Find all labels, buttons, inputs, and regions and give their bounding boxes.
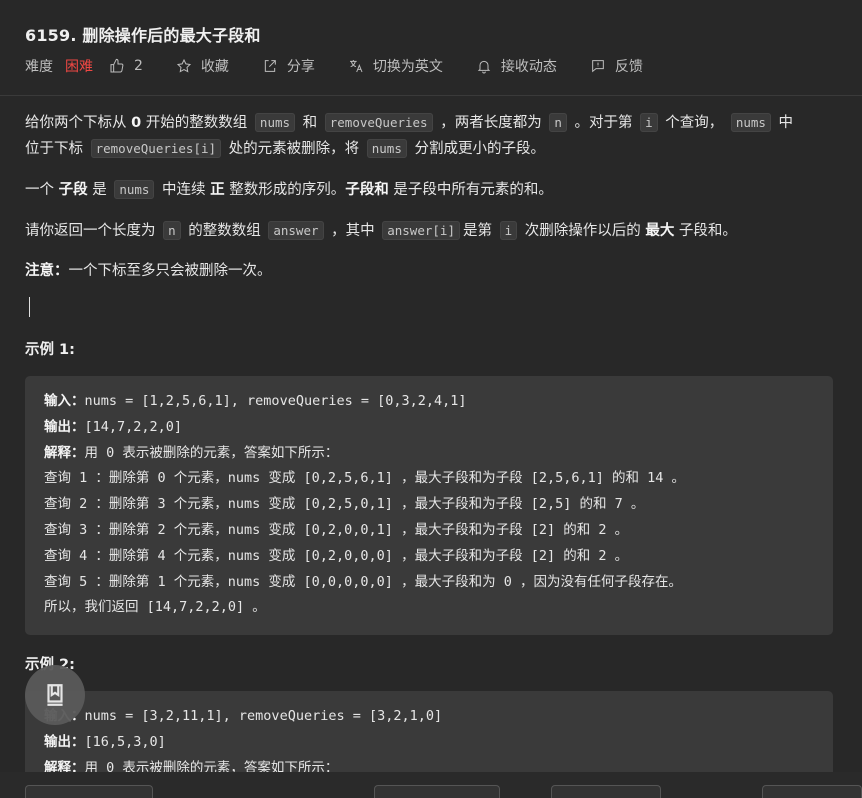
example-explanation: 用 0 表示被删除的元素，答案如下所示： [84, 444, 339, 461]
share-button[interactable]: 分享 [261, 56, 315, 76]
bottom-tab[interactable] [762, 785, 862, 798]
input-label: 输入： [44, 393, 85, 409]
note-text: 一个下标至多只会被删除一次。 [68, 263, 272, 279]
text-cursor [29, 297, 30, 317]
bold-text: 正 [210, 182, 225, 198]
text: 是子段中所有元素的和。 [388, 182, 553, 198]
text: 给你两个下标从 [25, 115, 132, 131]
text: 。对于第 [569, 115, 638, 131]
bold-text: 最大 [645, 223, 675, 239]
text: 处的元素被删除，将 [224, 141, 364, 157]
inline-code: removeQueries [324, 113, 433, 132]
text: 开始的整数数组 [141, 115, 252, 131]
text: 一个 [25, 182, 59, 198]
share-label: 分享 [286, 59, 315, 75]
text: 中连续 [157, 182, 211, 198]
text: 位于下标 [25, 141, 88, 157]
difficulty-badge: 困难 [65, 59, 93, 75]
text: 个查询， [660, 115, 728, 131]
favorite-label: 收藏 [200, 59, 229, 75]
text: 子段和。 [674, 223, 737, 239]
text: 请你返回一个长度为 [25, 223, 161, 239]
problem-title: 6159. 删除操作后的最大子段和 [25, 26, 261, 45]
description-paragraph-3: 请你返回一个长度为 n 的整数数组 answer ，其中 answer[i] 是第… [25, 218, 835, 244]
output-label: 输出： [44, 733, 85, 750]
problem-description: 给你两个下标从 0 开始的整数数组 nums 和 removeQueries ，… [25, 110, 835, 299]
description-paragraph-2: 一个 子段 是 nums 中连续 正 整数形成的序列。子段和 是子段中所有元素的… [25, 177, 835, 203]
translate-icon [347, 57, 365, 75]
inline-code: i [640, 113, 658, 132]
notebook-icon [47, 684, 63, 706]
example-input: nums = [1,2,5,6,1], removeQueries = [0,3… [84, 393, 467, 409]
inline-code: nums [114, 180, 155, 199]
bottom-tab[interactable] [374, 785, 500, 798]
text: 和 [298, 115, 322, 131]
example-1-code-block: 输入：nums = [1,2,5,6,1], removeQueries = [… [25, 376, 833, 635]
feedback-button[interactable]: 反馈 [589, 56, 643, 76]
notes-floating-button[interactable] [25, 665, 85, 725]
notify-button[interactable]: 接收动态 [475, 56, 557, 76]
header-divider [0, 95, 862, 96]
inline-code: nums [254, 113, 296, 132]
favorite-button[interactable]: 收藏 [175, 56, 229, 76]
explanation-line: 查询 3 ：删除第 2 个元素，nums 变成 [0,2,0,0,1] ，最大子… [44, 521, 629, 538]
switch-language-label: 切换为英文 [372, 59, 443, 75]
bell-icon [475, 57, 493, 75]
like-button[interactable]: 2 [108, 57, 143, 75]
explain-label: 解释： [44, 444, 85, 461]
explanation-line: 查询 2 ：删除第 3 个元素，nums 变成 [0,2,5,0,1] ，最大子… [44, 496, 645, 513]
text: 整数形成的序列。 [224, 182, 346, 198]
bottom-tab[interactable] [25, 785, 153, 798]
problem-meta-bar: 难度 困难 2 收藏 分享 切换为英文 接收动态 反馈 [25, 56, 675, 76]
example-output: [16,5,3,0] [84, 733, 166, 750]
inline-code: nums [730, 113, 771, 132]
text: 次删除操作以后的 [520, 223, 646, 239]
bold-text: 子段 [58, 182, 88, 198]
note-label: 注意： [25, 263, 69, 279]
example-output: [14,7,2,2,0] [84, 418, 183, 435]
explanation-line: 查询 1 ：删除第 0 个元素，nums 变成 [0,2,5,6,1] ，最大子… [44, 470, 685, 487]
difficulty-label: 难度 [25, 59, 53, 75]
description-note: 注意：一个下标至多只会被删除一次。 [25, 259, 835, 284]
star-icon [175, 57, 193, 75]
inline-code: removeQueries[i] [90, 139, 222, 158]
text: 是 [87, 182, 112, 198]
explanation-line: 所以，我们返回 [14,7,2,2,0] 。 [44, 599, 266, 616]
text: 中 [773, 115, 794, 131]
inline-code: answer [268, 221, 324, 240]
inline-code: i [499, 221, 518, 240]
feedback-label: 反馈 [614, 59, 643, 75]
notify-label: 接收动态 [500, 59, 557, 75]
share-icon [261, 57, 279, 75]
example-input: nums = [3,2,11,1], removeQueries = [3,2,… [84, 708, 443, 724]
text: 的整数数组 [183, 223, 266, 239]
inline-code: n [549, 113, 567, 132]
bold-text: 0 [131, 115, 142, 131]
text: 是第 [462, 223, 497, 239]
feedback-icon [589, 57, 607, 75]
text: ，两者长度都为 [435, 115, 547, 131]
bottom-tab[interactable] [551, 785, 661, 798]
switch-language-button[interactable]: 切换为英文 [347, 56, 443, 76]
description-paragraph-1: 给你两个下标从 0 开始的整数数组 nums 和 removeQueries ，… [25, 110, 835, 162]
text: ，其中 [326, 223, 380, 239]
inline-code: n [163, 221, 181, 240]
problem-page: 6159. 删除操作后的最大子段和 难度 困难 2 收藏 分享 切换为英文 接收… [0, 0, 862, 798]
inline-code: nums [366, 139, 407, 158]
output-label: 输出： [44, 418, 85, 435]
thumbs-up-icon [108, 57, 126, 75]
example-1-title: 示例 1: [25, 342, 75, 358]
inline-code: answer[i] [382, 221, 460, 240]
text: 分割成更小的子段。 [409, 141, 545, 157]
explanation-line: 查询 4 ：删除第 4 个元素，nums 变成 [0,2,0,0,0] ，最大子… [44, 547, 629, 564]
like-count: 2 [134, 58, 143, 74]
bold-text: 子段和 [345, 182, 389, 198]
explanation-line: 查询 5 ：删除第 1 个元素，nums 变成 [0,0,0,0,0] ，最大子… [44, 573, 682, 590]
